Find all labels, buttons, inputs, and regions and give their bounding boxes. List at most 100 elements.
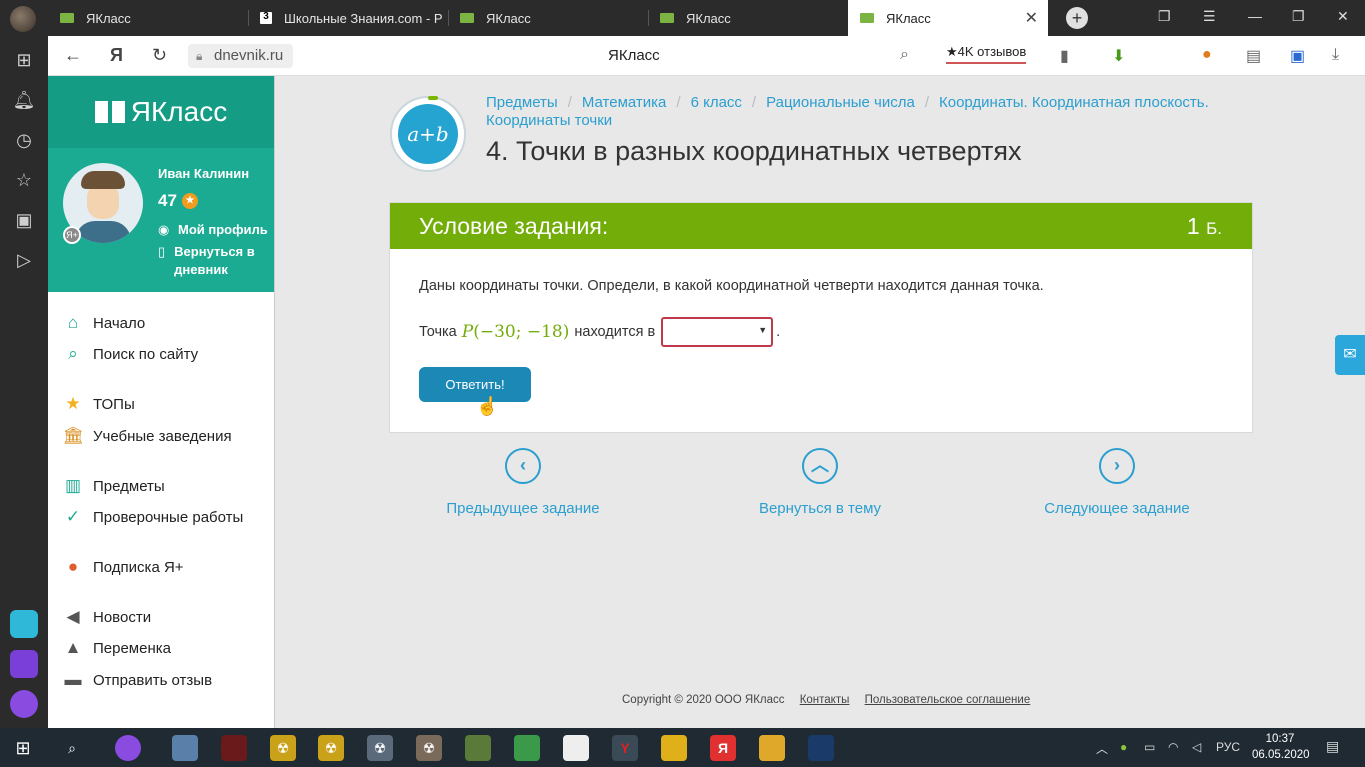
tabs-menu-icon[interactable]: ❐ [1158,8,1171,25]
reviews-badge[interactable]: ★4K отзывов [946,44,1027,64]
minimize-icon[interactable]: — [1248,8,1262,24]
task-description: Даны координаты точки. Определи, в какой… [419,278,1044,294]
explorer-taskbar-icon[interactable] [759,735,785,761]
next-task-link[interactable]: › Следующее задание [1017,448,1217,517]
download-extension-icon[interactable]: ⬇ [1112,46,1125,66]
points-value: 47 [158,191,177,210]
menu-item-tops[interactable]: ★ ТОПы [62,393,134,415]
tray-app-icon[interactable]: ● [1120,740,1127,754]
menu-item-break[interactable]: ▲ Переменка [62,637,171,659]
downloads-icon[interactable]: ⤓ [1332,46,1339,64]
menu-item-subjects[interactable]: ▥ Предметы [62,475,165,497]
yandex-browser-taskbar-icon[interactable]: Y [612,735,638,761]
steam-taskbar-icon[interactable] [808,735,834,761]
language-indicator[interactable]: РУС [1216,740,1240,754]
breadcrumb-grade[interactable]: 6 класс [691,94,742,111]
menu-item-schools[interactable]: 🏛︎ Учебные заведения [62,425,232,447]
user-points: 47 ★ [158,191,198,211]
stalker-app-icon[interactable]: ☢ [270,735,296,761]
menu-item-subscription[interactable]: ● Подписка Я+ [62,556,184,578]
menu-item-news[interactable]: ◀ Новости [62,606,151,628]
stalker4-app-icon[interactable]: ☢ [416,735,442,761]
task-title: 4. Точки в разных координатных четвертях [486,136,1022,166]
bookmarks-icon[interactable]: ☆ [12,168,36,192]
menu-item-label: Подписка Я+ [93,558,184,576]
quadrant-select[interactable]: ▼ [661,317,774,347]
history-icon[interactable]: ◷ [12,128,36,152]
bookmark-icon[interactable]: ▮ [1060,46,1069,66]
tray-expand-icon[interactable]: ︿ [1096,740,1108,757]
menu-item-search[interactable]: ⌕ Поиск по сайту [62,343,198,365]
site-logo[interactable]: ЯКласс [48,76,274,148]
search-page-icon[interactable]: ⌕ [900,46,909,64]
breadcrumb-math[interactable]: Математика [582,94,667,111]
extensions-icon[interactable]: ▤ [1246,46,1261,66]
back-arrow-icon[interactable]: ← [64,45,82,66]
browser-tab-active[interactable]: ЯКласс ✕ [848,0,1048,36]
notifications-center-icon[interactable]: ▤ [1326,738,1339,755]
wifi-icon[interactable]: ◠ [1168,740,1178,754]
notifications-icon[interactable]: 🔔︎ [12,88,36,112]
task-points: 1 Б. [1186,212,1222,239]
answer-button[interactable]: Ответить! [419,367,531,402]
browser-tab-3[interactable]: ЯКласс [448,0,648,36]
alice-assistant-icon[interactable] [10,690,38,718]
copyright: Copyright © 2020 ООО ЯКласс [622,694,785,706]
browser-menu-icon[interactable]: ☰ [1203,8,1216,25]
metro-app-icon[interactable] [221,735,247,761]
browser-profile-avatar[interactable] [10,6,36,32]
windows-start-icon[interactable]: ⊞ [10,735,36,761]
extension-icon[interactable]: ● [1202,46,1212,64]
back-to-topic-link[interactable]: ︿ Вернуться в тему [720,448,920,517]
return-diary-link[interactable]: ▯ Вернуться в дневник [158,243,268,279]
menu-item-label: Учебные заведения [93,427,232,445]
reload-icon[interactable]: ↻ [152,45,167,66]
alice-taskbar-icon[interactable] [115,735,141,761]
menu-item-home[interactable]: ⌂ Начало [62,312,145,334]
yandex-icon[interactable]: Я [110,45,123,66]
breadcrumb-subjects[interactable]: Предметы [486,94,558,111]
restore-icon[interactable]: ❐ [1292,8,1305,25]
vpn-icon[interactable]: ▣ [1290,46,1305,66]
menu-item-tests[interactable]: ✓ Проверочные работы [62,506,243,528]
new-tab-button[interactable]: + [1066,7,1088,29]
game2-app-icon[interactable] [465,735,491,761]
taskbar-clock[interactable]: 10:37 06.05.2020 [1252,731,1310,763]
apps-grid-icon[interactable]: ⊞ [12,48,36,72]
collections-icon[interactable]: ▣ [12,208,36,232]
close-window-icon[interactable]: ✕ [1337,8,1349,25]
menu-item-label: Новости [93,608,152,626]
contacts-link[interactable]: Контакты [800,694,850,706]
battery-icon[interactable]: ▭ [1144,740,1155,754]
return-diary-label: Вернуться в дневник [174,244,255,277]
breadcrumb-rational[interactable]: Рациональные числа [766,94,915,111]
search-taskbar-icon[interactable]: ⌕ [59,735,85,761]
volume-icon[interactable]: ◁ [1192,740,1201,754]
stalker3-app-icon[interactable]: ☢ [367,735,393,761]
address-bar: ← Я ↻ 🔒︎ dnevnik.ru ЯКласс ⌕ ★4K отзывов… [48,36,1365,76]
excel-app-icon[interactable] [514,735,540,761]
url-field[interactable]: 🔒︎ dnevnik.ru [188,44,294,68]
browser-tab-2[interactable]: 3 Школьные Знания.com - Р [248,0,448,36]
windows-taskbar: ⊞ ⌕ ☢ ☢ ☢ ☢ Y Я ︿ ● ▭ ◠ ◁ РУС 10:37 06.0… [0,728,1365,767]
prev-task-link[interactable]: ‹ Предыдущее задание [423,448,623,517]
browser-tab-4[interactable]: ЯКласс [648,0,848,36]
close-tab-icon[interactable]: ✕ [1025,8,1038,28]
my-profile-link[interactable]: ◉ Мой профиль [158,221,268,239]
user-name[interactable]: Иван Калинин [158,166,249,181]
yandex-taskbar-icon[interactable]: Я [710,735,736,761]
stalker2-app-icon[interactable]: ☢ [318,735,344,761]
game-app-icon[interactable] [172,735,198,761]
menu-item-feedback[interactable]: ▬ Отправить отзыв [62,669,213,691]
yaklass-icon [460,13,474,23]
file-app-icon[interactable] [563,735,589,761]
my-profile-label: Мой профиль [178,222,268,237]
chevron-up-icon: ︿ [802,448,838,484]
agreement-link[interactable]: Пользовательское соглашение [865,694,1031,706]
app-taskbar-icon[interactable] [661,735,687,761]
messenger-app-icon[interactable] [10,610,38,638]
mail-feedback-icon[interactable]: ✉ [1335,335,1365,375]
browser-tab-1[interactable]: ЯКласс [48,0,248,36]
video-icon[interactable]: ▷ [12,248,36,272]
music-app-icon[interactable] [10,650,38,678]
